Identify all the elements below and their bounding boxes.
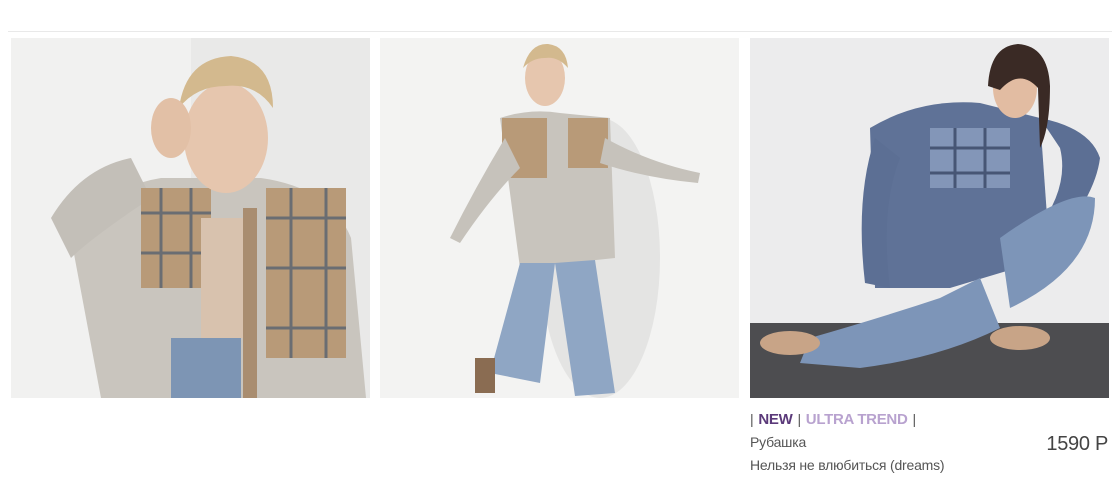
tag-separator: | bbox=[750, 411, 754, 427]
product-gallery: | NEW | ULTRA TREND | Рубашка Нельзя не … bbox=[0, 0, 1114, 481]
new-badge: NEW bbox=[758, 410, 793, 428]
product-photo-3[interactable] bbox=[750, 38, 1109, 398]
product-photo-2[interactable] bbox=[380, 38, 739, 398]
tag-separator: | bbox=[912, 411, 916, 427]
product-name[interactable]: Нельзя не влюбиться (dreams) bbox=[750, 457, 945, 473]
product-tags: | NEW | ULTRA TREND | bbox=[750, 409, 921, 429]
product-photo-1[interactable] bbox=[11, 38, 370, 398]
divider bbox=[8, 31, 1112, 32]
tag-separator: | bbox=[797, 411, 801, 427]
product-price: 1590 Р bbox=[1046, 433, 1108, 455]
ultra-trend-badge: ULTRA TREND bbox=[805, 410, 908, 428]
product-type[interactable]: Рубашка bbox=[750, 434, 806, 450]
